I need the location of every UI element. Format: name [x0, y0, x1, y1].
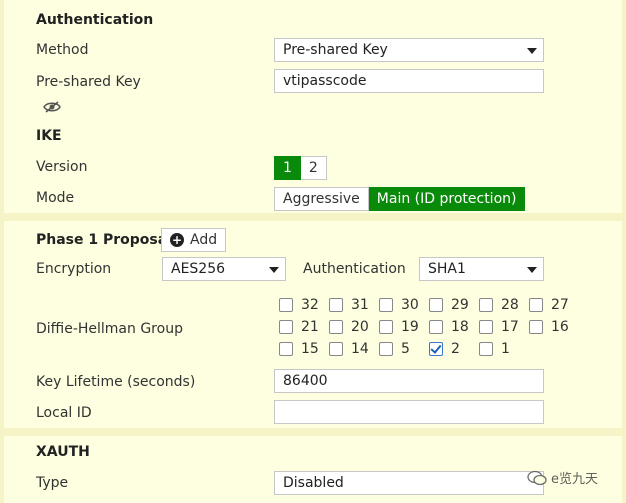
chevron-down-icon	[269, 267, 279, 273]
mode-main-button[interactable]: Main (ID protection)	[368, 187, 526, 211]
checkbox[interactable]	[379, 298, 393, 312]
wechat-icon	[527, 470, 547, 485]
authentication-algo-label: Authentication	[303, 261, 406, 277]
checkbox[interactable]	[429, 298, 443, 312]
method-select[interactable]: Pre-shared Key	[274, 38, 544, 62]
version-label: Version	[36, 159, 88, 175]
authentication-algo-value: SHA1	[428, 261, 466, 277]
dh-group-29[interactable]: 29	[429, 295, 479, 315]
encryption-value: AES256	[171, 261, 226, 277]
version-toggle: 1 2	[274, 156, 327, 180]
psk-input[interactable]: vtipasscode	[274, 69, 544, 93]
plus-circle-icon: +	[170, 233, 184, 247]
dh-group-32[interactable]: 32	[279, 295, 329, 315]
add-proposal-button[interactable]: + Add	[161, 228, 227, 252]
add-label: Add	[190, 232, 218, 248]
xauth-type-value: Disabled	[283, 475, 344, 491]
checkbox-checked[interactable]	[429, 342, 443, 356]
watermark-text: e览九天	[551, 472, 598, 487]
method-value: Pre-shared Key	[283, 42, 388, 58]
dh-group-15[interactable]: 15	[279, 339, 329, 359]
encryption-label: Encryption	[36, 261, 112, 277]
dh-group-28[interactable]: 28	[479, 295, 529, 315]
method-label: Method	[36, 42, 89, 58]
checkbox[interactable]	[529, 320, 543, 334]
checkbox[interactable]	[279, 298, 293, 312]
dh-group-5[interactable]: 5	[379, 339, 429, 359]
checkbox[interactable]	[429, 320, 443, 334]
mode-label: Mode	[36, 190, 75, 206]
checkbox[interactable]	[329, 298, 343, 312]
dh-group-row-1: 32 31 30 29 28 27	[279, 295, 579, 315]
checkbox[interactable]	[479, 342, 493, 356]
key-lifetime-input[interactable]: 86400	[274, 369, 544, 393]
psk-label: Pre-shared Key	[36, 74, 141, 90]
dh-group-label: Diffie-Hellman Group	[36, 321, 183, 337]
xauth-heading: XAUTH	[36, 444, 90, 460]
dh-group-2[interactable]: 2	[429, 339, 479, 359]
dh-group-16[interactable]: 16	[529, 317, 579, 337]
dh-group-1[interactable]: 1	[479, 339, 529, 359]
dh-group-17[interactable]: 17	[479, 317, 529, 337]
chevron-down-icon	[527, 267, 537, 273]
authentication-algo-select[interactable]: SHA1	[419, 257, 544, 281]
authentication-heading: Authentication	[36, 12, 154, 28]
type-label: Type	[36, 475, 69, 491]
checkbox[interactable]	[529, 298, 543, 312]
dh-group-27[interactable]: 27	[529, 295, 579, 315]
dh-group-21[interactable]: 21	[279, 317, 329, 337]
dh-group-19[interactable]: 19	[379, 317, 429, 337]
checkbox[interactable]	[279, 342, 293, 356]
checkbox[interactable]	[379, 342, 393, 356]
chevron-down-icon	[527, 48, 537, 54]
dh-group-20[interactable]: 20	[329, 317, 379, 337]
version-1-button[interactable]: 1	[274, 156, 301, 180]
authentication-panel	[4, 0, 622, 213]
checkbox[interactable]	[479, 298, 493, 312]
key-lifetime-label: Key Lifetime (seconds)	[36, 374, 196, 390]
checkbox[interactable]	[379, 320, 393, 334]
checkbox[interactable]	[329, 320, 343, 334]
eye-slash-icon[interactable]	[43, 100, 61, 114]
xauth-type-select[interactable]: Disabled	[274, 471, 544, 495]
local-id-label: Local ID	[36, 405, 92, 421]
mode-toggle: Aggressive Main (ID protection)	[274, 187, 526, 211]
checkbox[interactable]	[329, 342, 343, 356]
checkbox[interactable]	[279, 320, 293, 334]
local-id-input[interactable]	[274, 400, 544, 424]
dh-group-14[interactable]: 14	[329, 339, 379, 359]
version-2-button[interactable]: 2	[300, 156, 327, 180]
dh-group-30[interactable]: 30	[379, 295, 429, 315]
ike-heading: IKE	[36, 128, 62, 144]
phase1-heading: Phase 1 Proposal	[36, 232, 172, 248]
mode-aggressive-button[interactable]: Aggressive	[274, 187, 369, 211]
checkbox[interactable]	[479, 320, 493, 334]
dh-group-row-2: 21 20 19 18 17 16	[279, 317, 579, 337]
watermark: e览九天	[527, 468, 598, 487]
encryption-select[interactable]: AES256	[162, 257, 286, 281]
dh-group-row-3: 15 14 5 2 1	[279, 339, 529, 359]
dh-group-31[interactable]: 31	[329, 295, 379, 315]
dh-group-18[interactable]: 18	[429, 317, 479, 337]
